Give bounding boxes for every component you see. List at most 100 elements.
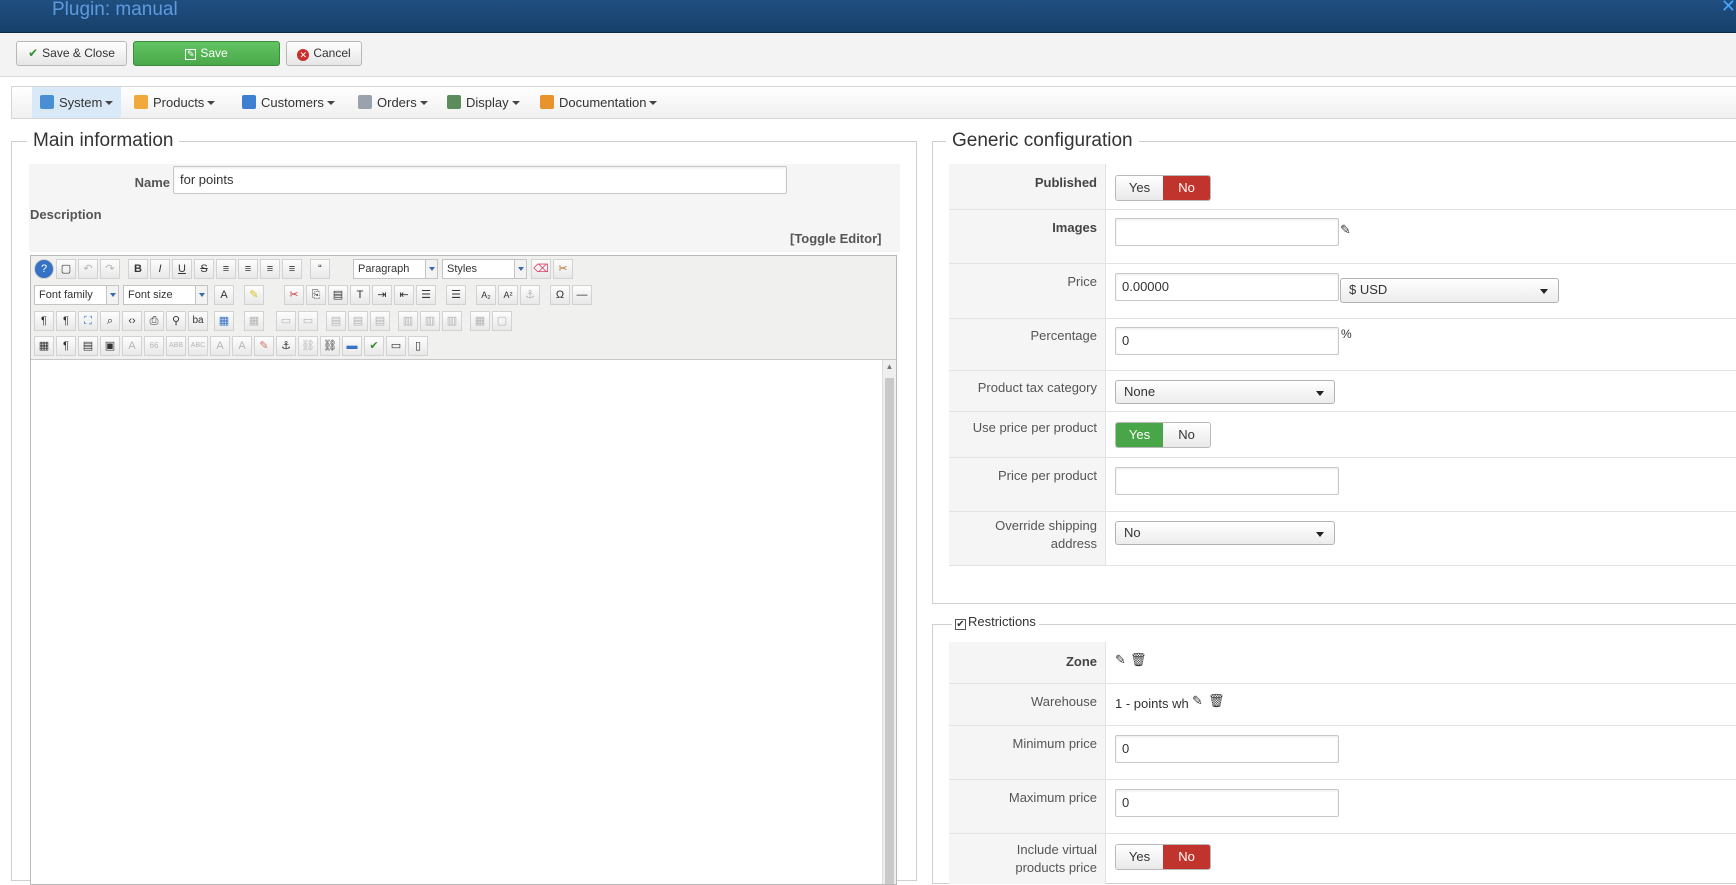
save-button[interactable]: ✎ Save bbox=[133, 41, 280, 66]
acronym-icon[interactable]: ABC bbox=[188, 336, 208, 356]
unlink-icon[interactable]: ⛓ bbox=[298, 336, 318, 356]
insert-row-before-icon[interactable]: ▤ bbox=[326, 311, 346, 331]
subscript-icon[interactable]: A₂ bbox=[476, 285, 496, 305]
tax-category-select[interactable]: None bbox=[1115, 380, 1335, 404]
maximum-price-input[interactable]: 0 bbox=[1115, 789, 1339, 817]
align-center-icon[interactable]: ≡ bbox=[238, 259, 258, 279]
delete-table-icon[interactable]: ▦ bbox=[244, 311, 264, 331]
use-price-per-product-toggle[interactable]: Yes No bbox=[1115, 422, 1211, 448]
menu-orders[interactable]: Orders bbox=[350, 87, 436, 118]
paste-text-icon[interactable]: T bbox=[350, 285, 370, 305]
cite-icon[interactable]: 66 bbox=[144, 336, 164, 356]
cut-icon[interactable]: ✂ bbox=[284, 285, 304, 305]
align-left-icon[interactable]: ≡ bbox=[260, 259, 280, 279]
clean-icon[interactable]: ✂ bbox=[553, 259, 573, 279]
preview-icon[interactable]: ⌕ bbox=[100, 311, 120, 331]
outdent-icon[interactable]: ⇤ bbox=[394, 285, 414, 305]
rtl-icon[interactable]: ¶ bbox=[56, 311, 76, 331]
published-yes-option[interactable]: Yes bbox=[1116, 176, 1163, 200]
italic-icon[interactable]: I bbox=[150, 259, 170, 279]
font-size-select[interactable]: Font size bbox=[123, 285, 208, 305]
replace-icon[interactable]: ba bbox=[188, 311, 208, 331]
copy-icon[interactable]: ⎘ bbox=[306, 285, 326, 305]
merge-cells-icon[interactable]: ▢ bbox=[492, 311, 512, 331]
published-toggle[interactable]: Yes No bbox=[1115, 175, 1211, 201]
underline-icon[interactable]: U bbox=[172, 259, 192, 279]
edit-zone-icon[interactable]: ✎ bbox=[1115, 652, 1126, 668]
code-icon[interactable]: ‹› bbox=[122, 311, 142, 331]
bullet-list-icon[interactable]: ☰ bbox=[446, 285, 466, 305]
spellcheck-icon[interactable]: ✔ bbox=[364, 336, 384, 356]
font-family-select[interactable]: Font family bbox=[34, 285, 119, 305]
visual-aid-icon[interactable]: ▦ bbox=[34, 336, 54, 356]
edit-images-icon[interactable]: ✎ bbox=[1340, 222, 1351, 238]
redo-icon[interactable]: ↷ bbox=[100, 259, 120, 279]
scroll-up-icon[interactable]: ▲ bbox=[883, 362, 896, 374]
align-right-icon[interactable]: ≡ bbox=[282, 259, 302, 279]
scroll-thumb[interactable] bbox=[885, 378, 894, 884]
menu-system[interactable]: System bbox=[32, 87, 122, 118]
styleprops-icon[interactable]: A bbox=[122, 336, 142, 356]
strikethrough-icon[interactable]: S bbox=[194, 259, 214, 279]
save-close-button[interactable]: ✔ Save & Close bbox=[16, 41, 127, 66]
trash-zone-icon[interactable]: 🗑 bbox=[1130, 652, 1147, 668]
print-icon[interactable]: ⎙ bbox=[144, 311, 164, 331]
blockquote-icon[interactable]: “ bbox=[310, 259, 330, 279]
link-disabled-icon[interactable]: ⚓ bbox=[520, 285, 540, 305]
highlight-icon[interactable]: ✎ bbox=[244, 285, 264, 305]
percentage-input[interactable]: 0 bbox=[1115, 327, 1339, 355]
menu-documentation[interactable]: Documentation bbox=[532, 87, 665, 118]
paste-icon[interactable]: ▤ bbox=[328, 285, 348, 305]
attributes-icon[interactable]: ✎ bbox=[254, 336, 274, 356]
include-virtual-no-option[interactable]: No bbox=[1163, 845, 1210, 869]
use-price-no-option[interactable]: No bbox=[1163, 423, 1210, 447]
pagebreak-icon[interactable]: ▭ bbox=[386, 336, 406, 356]
toggle-editor-link[interactable]: [Toggle Editor] bbox=[790, 231, 881, 246]
trash-warehouse-icon[interactable]: 🗑 bbox=[1208, 693, 1225, 709]
anchor-icon[interactable]: ⚓ bbox=[276, 336, 296, 356]
help-icon[interactable]: ? bbox=[34, 259, 54, 279]
split-cells-icon[interactable]: ▦ bbox=[470, 311, 490, 331]
delete-row-icon[interactable]: ▤ bbox=[370, 311, 390, 331]
image-manager-icon[interactable]: ▣ bbox=[100, 336, 120, 356]
template-icon[interactable]: ▤ bbox=[78, 336, 98, 356]
image-icon[interactable]: ▬ bbox=[342, 336, 362, 356]
new-document-icon[interactable]: ▢ bbox=[56, 259, 76, 279]
table-icon[interactable]: ▦ bbox=[214, 311, 234, 331]
readmore-icon[interactable]: ▯ bbox=[408, 336, 428, 356]
restrictions-legend[interactable]: ✔ Restrictions bbox=[952, 614, 1039, 630]
menu-customers[interactable]: Customers bbox=[234, 87, 343, 118]
menu-display[interactable]: Display bbox=[439, 87, 528, 118]
override-shipping-select[interactable]: No bbox=[1115, 521, 1335, 545]
superscript-icon[interactable]: A² bbox=[498, 285, 518, 305]
show-blocks-icon[interactable]: ¶ bbox=[56, 336, 76, 356]
delete-col-icon[interactable]: ▥ bbox=[442, 311, 462, 331]
cancel-button[interactable]: ✕ Cancel bbox=[286, 41, 362, 66]
abbr-icon[interactable]: ABB bbox=[166, 336, 186, 356]
ins-icon[interactable]: A bbox=[232, 336, 252, 356]
undo-icon[interactable]: ↶ bbox=[78, 259, 98, 279]
price-per-product-input[interactable] bbox=[1115, 467, 1339, 495]
edit-warehouse-icon[interactable]: ✎ bbox=[1192, 693, 1203, 709]
insert-row-after-icon[interactable]: ▤ bbox=[348, 311, 368, 331]
numbered-list-icon[interactable]: ☰ bbox=[416, 285, 436, 305]
name-input[interactable]: for points bbox=[173, 166, 787, 194]
text-color-icon[interactable]: A bbox=[214, 285, 234, 305]
cell-props-icon[interactable]: ▭ bbox=[298, 311, 318, 331]
menu-products[interactable]: Products bbox=[126, 87, 223, 118]
currency-select[interactable]: $ USD bbox=[1340, 278, 1559, 303]
indent-icon[interactable]: ⇥ bbox=[372, 285, 392, 305]
published-no-option[interactable]: No bbox=[1163, 176, 1210, 200]
insert-col-before-icon[interactable]: ▥ bbox=[398, 311, 418, 331]
row-props-icon[interactable]: ▭ bbox=[276, 311, 296, 331]
horizontal-rule-icon[interactable]: — bbox=[572, 285, 592, 305]
minimum-price-input[interactable]: 0 bbox=[1115, 735, 1339, 763]
include-virtual-toggle[interactable]: Yes No bbox=[1115, 844, 1211, 870]
paragraph-select[interactable]: Paragraph bbox=[353, 259, 438, 279]
fullscreen-icon[interactable]: ⛶ bbox=[78, 311, 98, 331]
use-price-yes-option[interactable]: Yes bbox=[1116, 423, 1163, 447]
link-icon[interactable]: ⛓ bbox=[320, 336, 340, 356]
ltr-icon[interactable]: ¶ bbox=[34, 311, 54, 331]
include-virtual-yes-option[interactable]: Yes bbox=[1116, 845, 1163, 869]
align-justify-icon[interactable]: ≡ bbox=[216, 259, 236, 279]
